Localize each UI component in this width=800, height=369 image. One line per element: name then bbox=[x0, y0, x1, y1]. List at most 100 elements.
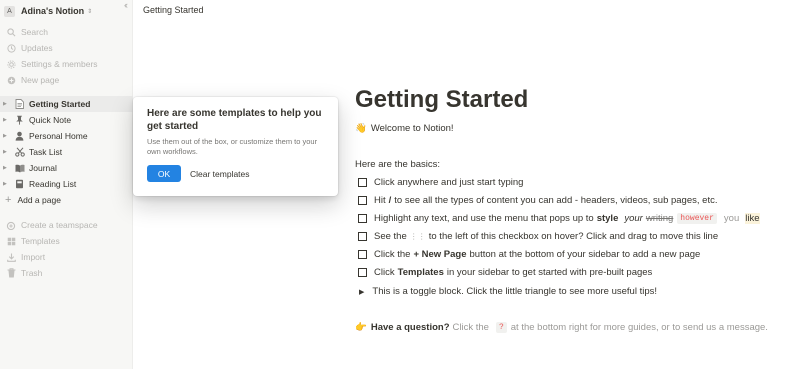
search-icon bbox=[6, 27, 16, 37]
toggle-text: This is a toggle block. Click the little… bbox=[372, 286, 657, 297]
sidebar-page-personal-home[interactable]: ▶ Personal Home bbox=[0, 128, 133, 144]
toggle-block[interactable]: ▶ This is a toggle block. Click the litt… bbox=[355, 286, 657, 297]
todo-text: See the bbox=[374, 231, 407, 242]
sidebar-page-label: Journal bbox=[29, 163, 57, 173]
person-icon bbox=[14, 131, 25, 142]
sidebar-nav-label: Updates bbox=[21, 43, 53, 53]
todo-text: Click bbox=[374, 267, 395, 278]
books-icon bbox=[14, 179, 25, 190]
templates-icon bbox=[6, 236, 16, 246]
chevron-right-icon[interactable]: ▶ bbox=[3, 133, 11, 139]
todo-text: button at the bottom of your sidebar to … bbox=[469, 249, 701, 260]
ok-button[interactable]: OK bbox=[147, 165, 181, 182]
todo-text-bold: style bbox=[596, 213, 619, 224]
question-text: at the bottom right for more guides, or … bbox=[510, 322, 768, 333]
breadcrumb[interactable]: Getting Started bbox=[143, 5, 204, 15]
chevron-right-icon[interactable]: ▶ bbox=[3, 101, 11, 107]
todo-text: to the left of this checkbox on hover? C… bbox=[428, 231, 719, 242]
todo-checkbox[interactable] bbox=[358, 232, 367, 241]
sidebar-bottom-label: Templates bbox=[21, 236, 60, 246]
clear-templates-button[interactable]: Clear templates bbox=[190, 165, 250, 182]
chevron-right-icon[interactable]: ▶ bbox=[3, 165, 11, 171]
plus-icon: + bbox=[5, 194, 12, 206]
workspace-avatar: A bbox=[4, 5, 15, 17]
sidebar-page-label: Getting Started bbox=[29, 99, 91, 109]
todo-checkbox[interactable] bbox=[358, 268, 367, 277]
todo-item[interactable]: Highlight any text, and use the menu tha… bbox=[355, 213, 760, 224]
chevron-right-icon[interactable]: ▶ bbox=[3, 117, 11, 123]
workspace-name: Adina's Notion bbox=[21, 6, 85, 16]
todo-item[interactable]: Click anywhere and just start typing bbox=[355, 177, 523, 188]
todo-text-code: however bbox=[677, 213, 717, 224]
todo-text: Hit bbox=[374, 195, 386, 206]
todo-item[interactable]: Click the + New Page button at the botto… bbox=[355, 249, 700, 260]
chevron-right-icon[interactable]: ▶ bbox=[3, 149, 11, 155]
plus-circle-icon bbox=[6, 75, 16, 85]
sidebar-page-getting-started[interactable]: ▶ Getting Started bbox=[0, 96, 133, 112]
sidebar-nav-settings[interactable]: Settings & members bbox=[0, 56, 133, 72]
sidebar-page-task-list[interactable]: ▶ Task List bbox=[0, 144, 133, 160]
sidebar-nav-label: New page bbox=[21, 75, 60, 85]
pin-icon bbox=[14, 115, 25, 126]
workspace-switcher[interactable]: A Adina's Notion ⇕ bbox=[4, 4, 129, 18]
todo-item[interactable]: See the ⋮⋮ to the left of this checkbox … bbox=[355, 231, 718, 242]
welcome-line[interactable]: 👋 Welcome to Notion! bbox=[355, 123, 454, 134]
sidebar-page-quick-note[interactable]: ▶ Quick Note bbox=[0, 112, 133, 128]
pointing-hand-icon: 👉 bbox=[355, 322, 367, 333]
scissors-icon bbox=[14, 147, 25, 158]
sidebar-page-label: Quick Note bbox=[29, 115, 72, 125]
chevron-right-icon[interactable]: ▶ bbox=[3, 181, 11, 187]
add-page-button[interactable]: + Add a page bbox=[0, 192, 133, 208]
gear-icon bbox=[6, 59, 16, 69]
basics-heading[interactable]: Here are the basics: bbox=[355, 159, 440, 170]
double-chevron-left-icon[interactable]: ‹‹ bbox=[124, 0, 128, 10]
todo-text: Click the bbox=[374, 249, 411, 260]
todo-checkbox[interactable] bbox=[358, 178, 367, 187]
chevron-up-down-icon: ⇕ bbox=[87, 8, 93, 15]
waving-hand-icon: 👋 bbox=[355, 123, 367, 134]
sidebar-trash[interactable]: Trash bbox=[0, 265, 133, 281]
todo-text: Highlight any text, and use the menu tha… bbox=[374, 213, 594, 224]
todo-text-strikethrough: writing bbox=[645, 213, 674, 224]
todo-text: Click anywhere and just start typing bbox=[374, 177, 524, 188]
todo-text-bold: Templates bbox=[397, 267, 444, 278]
todo-checkbox[interactable] bbox=[358, 196, 367, 205]
toggle-triangle-icon[interactable]: ▶ bbox=[359, 288, 364, 296]
sidebar-nav-updates[interactable]: Updates bbox=[0, 40, 133, 56]
sidebar-import[interactable]: Import bbox=[0, 249, 133, 265]
sidebar-templates[interactable]: Templates bbox=[0, 233, 133, 249]
sidebar-nav-new-page[interactable]: New page bbox=[0, 72, 133, 88]
popup-title: Here are some templates to help you get … bbox=[147, 108, 322, 132]
document-icon bbox=[14, 99, 25, 110]
question-line[interactable]: 👉 Have a question? Click the ? at the bo… bbox=[355, 322, 771, 333]
todo-text-highlight: like bbox=[745, 213, 760, 224]
todo-item[interactable]: Click Templates in your sidebar to get s… bbox=[355, 267, 652, 278]
popup-description: Use them out of the box, or customize th… bbox=[147, 137, 318, 156]
welcome-text: Welcome to Notion! bbox=[370, 123, 454, 134]
todo-text-gray: you bbox=[723, 213, 740, 224]
question-bold-text: Have a question? bbox=[370, 322, 450, 333]
sidebar-page-journal[interactable]: ▶ Journal bbox=[0, 160, 133, 176]
todo-text-italic: your bbox=[624, 213, 643, 224]
sidebar-nav-label: Settings & members bbox=[21, 59, 98, 69]
sidebar-nav-label: Search bbox=[21, 27, 48, 37]
sidebar-bottom-label: Trash bbox=[21, 268, 43, 278]
sidebar-nav-search[interactable]: Search bbox=[0, 24, 133, 40]
add-page-label: Add a page bbox=[17, 195, 61, 205]
todo-checkbox[interactable] bbox=[358, 214, 367, 223]
todo-text-bold: + New Page bbox=[413, 249, 467, 260]
sidebar-bottom-label: Create a teamspace bbox=[21, 220, 98, 230]
drag-handle-icon: ⋮⋮ bbox=[409, 232, 426, 241]
question-mark-code: ? bbox=[495, 322, 507, 333]
sidebar-page-reading-list[interactable]: ▶ Reading List bbox=[0, 176, 133, 192]
basics-text: Here are the basics: bbox=[355, 159, 441, 170]
sidebar-page-label: Task List bbox=[29, 147, 63, 157]
sidebar-bottom-label: Import bbox=[21, 252, 46, 262]
sidebar-create-teamspace[interactable]: Create a teamspace bbox=[0, 217, 133, 233]
sidebar: A Adina's Notion ⇕ ‹‹ Search Updates Set… bbox=[0, 0, 133, 369]
todo-checkbox[interactable] bbox=[358, 250, 367, 259]
page-title[interactable]: Getting Started bbox=[355, 86, 528, 114]
import-icon bbox=[6, 252, 16, 262]
todo-item[interactable]: Hit / to see all the types of content yo… bbox=[355, 195, 717, 206]
sidebar-page-label: Reading List bbox=[29, 179, 77, 189]
